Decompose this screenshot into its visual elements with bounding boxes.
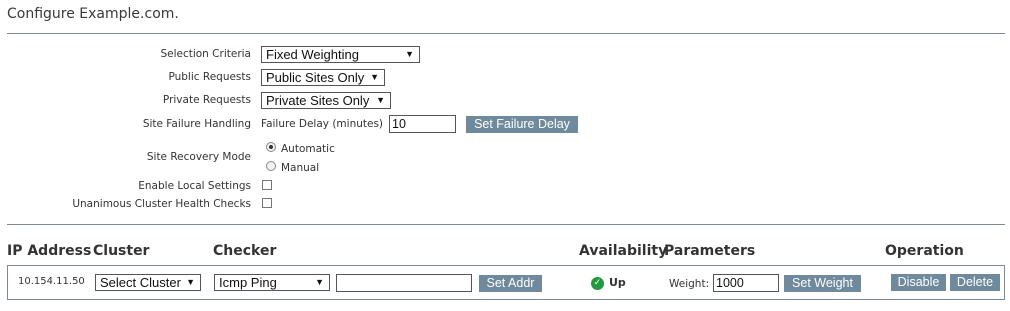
site-recovery-label: Site Recovery Mode (146, 151, 251, 163)
public-requests-label: Public Requests (168, 71, 251, 83)
site-failure-label: Site Failure Handling (142, 118, 251, 130)
public-requests-value: Public Sites Only (266, 70, 365, 85)
checker-select[interactable]: Icmp Ping ▼ (214, 274, 330, 291)
check-circle-icon: ✓ (591, 277, 604, 290)
public-requests-select[interactable]: Public Sites Only ▼ (261, 69, 385, 86)
enable-local-checkbox[interactable] (262, 180, 272, 190)
header-cluster: Cluster (93, 243, 150, 259)
header-ip: IP Address (7, 243, 92, 259)
private-requests-select[interactable]: Private Sites Only ▼ (261, 92, 391, 109)
chevron-down-icon: ▼ (376, 95, 385, 105)
chevron-down-icon: ▼ (405, 49, 414, 59)
cluster-value: Select Cluster (100, 275, 181, 290)
header-parameters: Parameters (664, 243, 756, 259)
set-failure-delay-button[interactable]: Set Failure Delay (466, 116, 578, 133)
selection-criteria-value: Fixed Weighting (266, 47, 359, 62)
header-divider (7, 33, 1005, 34)
header-checker: Checker (213, 243, 277, 259)
header-availability: Availability (579, 243, 668, 259)
recovery-automatic-label: Automatic (281, 143, 335, 155)
private-requests-label: Private Requests (162, 94, 251, 106)
selection-criteria-select[interactable]: Fixed Weighting ▼ (261, 46, 420, 63)
status-text: Up (609, 276, 626, 289)
chevron-down-icon: ▼ (186, 277, 195, 287)
table-divider (7, 224, 1005, 225)
recovery-manual-radio[interactable] (266, 161, 276, 171)
cluster-select[interactable]: Select Cluster ▼ (95, 274, 201, 291)
delete-button[interactable]: Delete (950, 274, 1000, 291)
chevron-down-icon: ▼ (370, 72, 379, 82)
set-weight-button[interactable]: Set Weight (784, 275, 861, 292)
private-requests-value: Private Sites Only (266, 93, 370, 108)
recovery-automatic-radio[interactable] (266, 142, 276, 152)
selection-criteria-label: Selection Criteria (160, 48, 251, 60)
weight-label: Weight: (669, 278, 710, 290)
row-ip: 10.154.11.50 (18, 276, 85, 287)
checker-arg-input[interactable] (336, 274, 472, 292)
enable-local-label: Enable Local Settings (138, 180, 251, 192)
weight-input[interactable]: 1000 (713, 274, 779, 292)
failure-delay-label: Failure Delay (minutes) (261, 118, 384, 130)
set-addr-button[interactable]: Set Addr (479, 275, 542, 292)
unanimous-health-checkbox[interactable] (262, 198, 272, 208)
disable-button[interactable]: Disable (891, 274, 946, 291)
checker-value: Icmp Ping (219, 275, 277, 290)
page-title: Configure Example.com. (7, 6, 179, 22)
failure-delay-input[interactable]: 10 (389, 115, 456, 133)
unanimous-health-label: Unanimous Cluster Health Checks (72, 198, 251, 210)
recovery-manual-label: Manual (281, 162, 320, 174)
header-operation: Operation (885, 243, 964, 259)
chevron-down-icon: ▼ (315, 277, 324, 287)
